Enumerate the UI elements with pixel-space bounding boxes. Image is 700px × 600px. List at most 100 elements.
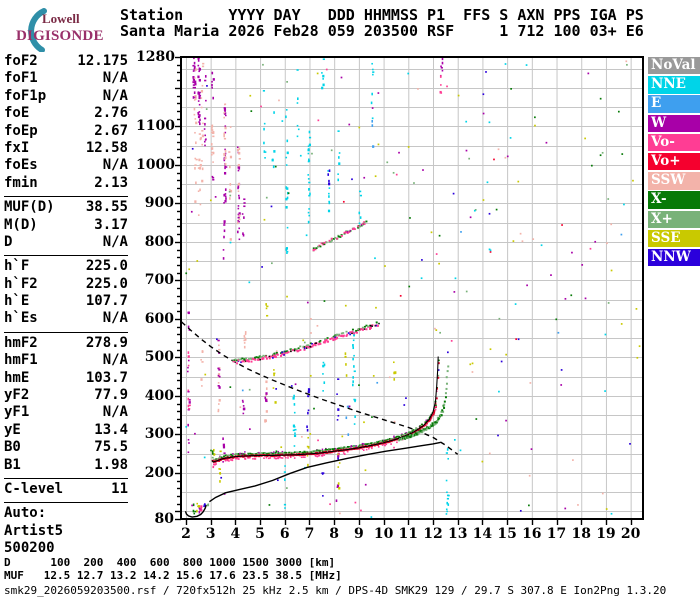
param-row: yE 13.4 [4, 422, 128, 439]
param-value: 3.17 [94, 216, 128, 233]
param-row: h`Es N/A [4, 310, 128, 327]
param-label: h`F [4, 258, 30, 275]
x-tick-label: 16 [522, 526, 542, 542]
param-label: yE [4, 421, 21, 438]
param-row: M(D) 3.17 [4, 217, 128, 234]
x-tick-label: 6 [279, 526, 290, 542]
parameter-panel: foF2 12.175 foF1 N/A foF1p N/A foE 2.76 foEp 2.67… [4, 53, 128, 558]
x-tick-label: 14 [472, 526, 493, 542]
header-line2: Santa Maria 2026 Feb28 059 203500 RSF 1 … [120, 22, 644, 40]
legend-item-nnw: NNW [648, 248, 700, 267]
param-row: foF1p N/A [4, 88, 128, 105]
x-tick-label: 12 [423, 526, 443, 542]
param-value: 107.7 [85, 293, 128, 310]
autoscaling-block: Auto: Artist5 500200 [4, 505, 128, 557]
param-row: D N/A [4, 234, 128, 251]
param-row: foEp 2.67 [4, 123, 128, 140]
param-value: N/A [102, 233, 128, 250]
panel-divider [4, 192, 128, 198]
param-label: D [4, 233, 13, 250]
param-value: 77.9 [94, 387, 128, 404]
y-tick-label: 1280 [136, 49, 175, 65]
param-value: N/A [102, 352, 128, 369]
x-tick-label: 8 [329, 526, 340, 542]
param-row: B0 75.5 [4, 439, 128, 456]
param-row: hmE 103.7 [4, 370, 128, 387]
param-value: 225.0 [85, 275, 128, 292]
legend-item-vo: Vo+ [648, 152, 700, 171]
x-tick-label: 15 [497, 526, 517, 542]
param-row: C-level 11 [4, 481, 128, 498]
legend-item-x: X+ [648, 210, 700, 228]
param-label: yF2 [4, 387, 30, 404]
param-value: 2.67 [94, 122, 128, 139]
param-label: foF1p [4, 87, 47, 104]
param-value: 2.13 [94, 174, 128, 191]
param-label: h`Es [4, 310, 38, 327]
digisonde-logo: Lowell DIGISONDE [6, 8, 116, 52]
header-line1: Station YYYY DAY DDD HHMMSS P1 FFS S AXN… [120, 6, 644, 24]
y-tick-label: 300 [144, 426, 174, 443]
param-value: N/A [102, 404, 128, 421]
param-row: hmF2 278.9 [4, 335, 128, 352]
ionogram-plot-canvas [166, 46, 650, 534]
param-label: yF1 [4, 404, 30, 421]
param-value: 38.55 [85, 199, 128, 216]
y-tick-label: 500 [144, 349, 174, 366]
x-tick-label: 17 [546, 526, 567, 542]
param-value: 13.4 [94, 421, 128, 438]
footer-file-info: smk29_2026059203500.rsf / 720fx512h 25 k… [4, 584, 667, 597]
muf-row: MUF 12.5 12.7 13.2 14.2 15.6 17.6 23.5 3… [4, 569, 342, 582]
param-row: foE 2.76 [4, 105, 128, 122]
echo-direction-legend: NoVal NNE E W Vo- Vo+ SSW X- X+ SSE NNW [648, 57, 700, 268]
legend-item-w: W [648, 114, 700, 132]
param-label: h`F2 [4, 275, 38, 292]
legend-item-x: X- [648, 191, 700, 209]
param-label: foEs [4, 157, 38, 174]
x-tick-label: 19 [596, 526, 616, 542]
param-row: h`F 225.0 [4, 258, 128, 275]
x-tick-label: 2 [181, 526, 191, 542]
legend-item-noval: NoVal [648, 57, 700, 75]
y-tick-label: 800 [144, 233, 174, 250]
param-label: B1 [4, 456, 21, 473]
param-value: N/A [102, 70, 128, 87]
param-row: foF1 N/A [4, 70, 128, 87]
x-tick-label: 9 [354, 526, 364, 542]
y-tick-label: 200 [144, 464, 174, 481]
legend-item-nne: NNE [648, 76, 700, 94]
param-row: foF2 12.175 [4, 53, 128, 70]
y-tick-label: 900 [144, 195, 174, 212]
legend-item-vo: Vo- [648, 133, 700, 152]
param-value: 278.9 [85, 334, 128, 351]
param-row: MUF(D) 38.55 [4, 199, 128, 216]
param-row: foEs N/A [4, 157, 128, 174]
x-tick-label: 5 [255, 526, 265, 542]
param-row: yF2 77.9 [4, 387, 128, 404]
autoscaling-line: Artist5 [4, 522, 64, 539]
param-value: 75.5 [94, 439, 128, 456]
param-label: fxI [4, 139, 30, 156]
param-value: N/A [102, 157, 128, 174]
ionogram-screen: Lowell DIGISONDE Station YYYY DAY DDD HH… [0, 0, 700, 600]
panel-divider [4, 474, 128, 479]
y-tick-label: 600 [144, 310, 174, 327]
param-label: C-level [4, 480, 64, 497]
legend-item-e: E [648, 95, 700, 113]
y-tick-label: 80 [154, 511, 174, 527]
param-value: 12.175 [77, 53, 128, 69]
param-value: 2.76 [94, 105, 128, 122]
y-tick-label: 1100 [136, 118, 175, 135]
param-row: hmF1 N/A [4, 352, 128, 369]
autoscaling-line: Auto: [4, 505, 47, 522]
param-value: 1.98 [94, 456, 128, 473]
param-label: B0 [4, 439, 21, 456]
param-value: N/A [102, 310, 128, 327]
x-tick-label: 13 [447, 526, 468, 542]
d-distance-row: D 100 200 400 600 800 1000 1500 3000 [km… [4, 556, 336, 569]
param-label: h`E [4, 293, 30, 310]
legend-item-ssw: SSW [648, 172, 700, 190]
x-tick-label: 20 [620, 526, 641, 542]
param-row: yF1 N/A [4, 404, 128, 421]
panel-divider [4, 251, 128, 257]
